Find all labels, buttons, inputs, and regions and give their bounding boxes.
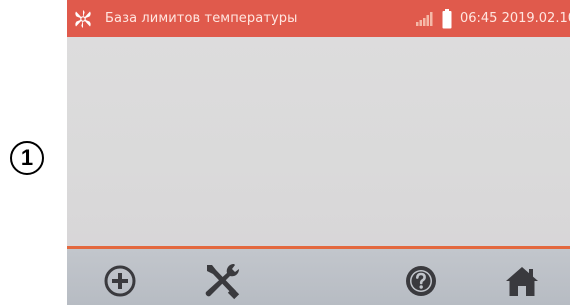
callout-label: 1 bbox=[20, 145, 34, 170]
callout-number: 1 bbox=[10, 141, 44, 175]
help-button[interactable] bbox=[401, 262, 441, 300]
screen-title: База лимитов температуры bbox=[105, 11, 298, 26]
add-button[interactable] bbox=[100, 262, 140, 300]
question-circle-icon bbox=[406, 266, 436, 296]
settings-button[interactable] bbox=[198, 262, 244, 300]
manual-figure: 1 База лимитов температуры 06:45 2019.02… bbox=[0, 0, 570, 305]
home-button[interactable] bbox=[502, 262, 542, 300]
fan-icon bbox=[75, 9, 91, 28]
home-icon bbox=[506, 267, 538, 296]
bottom-toolbar bbox=[67, 249, 570, 305]
tools-icon bbox=[205, 263, 240, 300]
status-bar: База лимитов температуры 06:45 2019.02.1… bbox=[67, 0, 570, 37]
clock-datetime: 06:45 2019.02.10 bbox=[459, 11, 570, 26]
battery-icon bbox=[442, 8, 452, 28]
limits-list-area[interactable] bbox=[67, 37, 570, 246]
plus-circle-icon bbox=[104, 265, 136, 297]
device-screen: База лимитов температуры 06:45 2019.02.1… bbox=[67, 0, 570, 305]
signal-icon bbox=[415, 11, 433, 26]
